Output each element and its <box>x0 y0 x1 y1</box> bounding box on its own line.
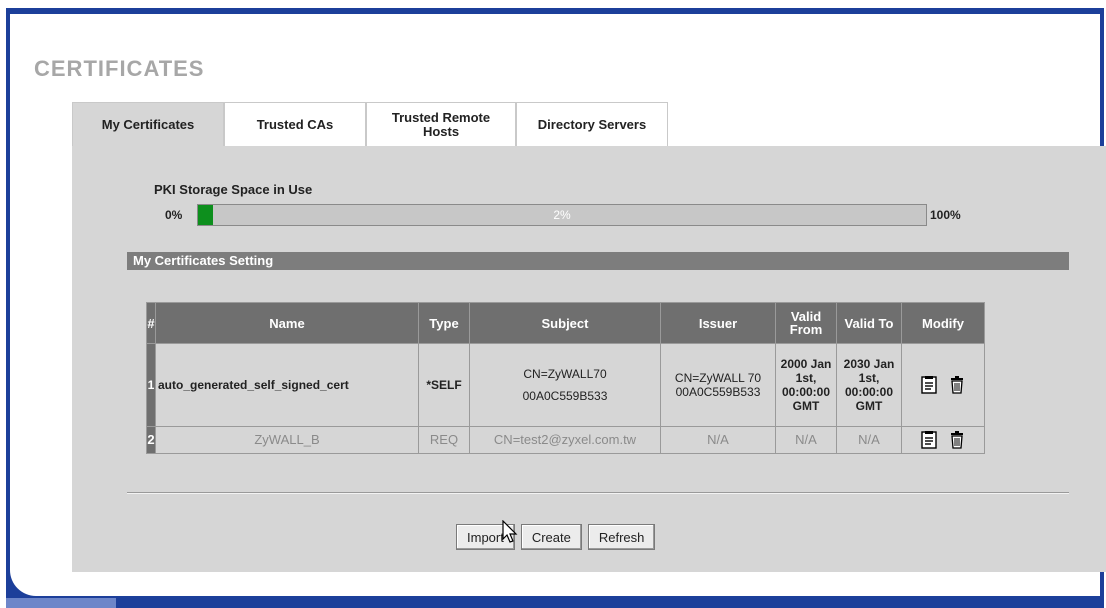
cert-valid-to: N/A <box>836 426 902 454</box>
page-title: CERTIFICATES <box>34 56 205 81</box>
cert-modify <box>901 343 985 427</box>
edit-icon[interactable] <box>921 376 937 394</box>
row-number: 1 <box>146 343 156 427</box>
tab-my-certificates[interactable]: My Certificates <box>72 102 224 146</box>
header-issuer: Issuer <box>660 302 776 344</box>
table-header-row: # Name Type Subject Issuer Valid From Va… <box>146 302 985 344</box>
cert-name: auto_generated_self_signed_cert <box>155 343 419 427</box>
certificates-page: CERTIFICATES My Certificates Trusted CAs… <box>10 14 1106 596</box>
header-modify: Modify <box>901 302 985 344</box>
tab-trusted-cas[interactable]: Trusted CAs <box>224 102 366 146</box>
header-subject: Subject <box>469 302 661 344</box>
cert-issuer: N/A <box>660 426 776 454</box>
row-number: 2 <box>146 426 156 454</box>
cert-valid-from: 2000 Jan 1st, 00:00:00 GMT <box>775 343 837 427</box>
header-name: Name <box>155 302 419 344</box>
divider <box>127 492 1069 494</box>
tab-directory-servers[interactable]: Directory Servers <box>516 102 668 146</box>
header-type: Type <box>418 302 470 344</box>
delete-icon[interactable] <box>949 376 965 394</box>
cert-type: REQ <box>418 426 470 454</box>
mouse-cursor-icon <box>502 519 518 549</box>
storage-min-label: 0% <box>165 208 183 222</box>
storage-max-label: 100% <box>930 208 961 222</box>
my-certificates-panel: PKI Storage Space in Use 0% 2% 100% My C… <box>72 146 1106 572</box>
header-num: # <box>146 302 156 344</box>
cert-subject-line1: CN=ZyWALL70 <box>523 367 607 381</box>
tab-trusted-remote-hosts[interactable]: Trusted Remote Hosts <box>366 102 516 146</box>
cert-valid-from: N/A <box>775 426 837 454</box>
cert-name: ZyWALL_B <box>155 426 419 454</box>
section-header: My Certificates Setting <box>127 252 1069 270</box>
storage-progress-bar: 2% <box>197 204 927 226</box>
cert-subject-line2: 00A0C559B533 <box>522 389 608 403</box>
header-valid-from: Valid From <box>775 302 837 344</box>
pki-storage-label: PKI Storage Space in Use <box>154 182 313 197</box>
header-valid-to: Valid To <box>836 302 902 344</box>
storage-usage-text: 2% <box>553 208 571 222</box>
cert-valid-to: 2030 Jan 1st, 00:00:00 GMT <box>836 343 902 427</box>
cert-modify <box>901 426 985 454</box>
tab-bar: My Certificates Trusted CAs Trusted Remo… <box>72 102 668 146</box>
cert-type: *SELF <box>418 343 470 427</box>
button-row: Import Create Refresh <box>456 524 656 550</box>
create-button[interactable]: Create <box>520 524 582 550</box>
edit-icon[interactable] <box>921 431 937 449</box>
cert-subject: CN=test2@zyxel.com.tw <box>469 426 661 454</box>
refresh-button[interactable]: Refresh <box>587 524 656 550</box>
cert-issuer: CN=ZyWALL 70 00A0C559B533 <box>660 343 776 427</box>
certificates-table: # Name Type Subject Issuer Valid From Va… <box>146 302 985 454</box>
delete-icon[interactable] <box>949 431 965 449</box>
table-row: 1 auto_generated_self_signed_cert *SELF … <box>146 343 985 427</box>
table-row: 2 ZyWALL_B REQ CN=test2@zyxel.com.tw N/A… <box>146 426 985 454</box>
taskbar-corner <box>6 598 116 608</box>
cert-subject: CN=ZyWALL70 00A0C559B533 <box>469 343 661 427</box>
